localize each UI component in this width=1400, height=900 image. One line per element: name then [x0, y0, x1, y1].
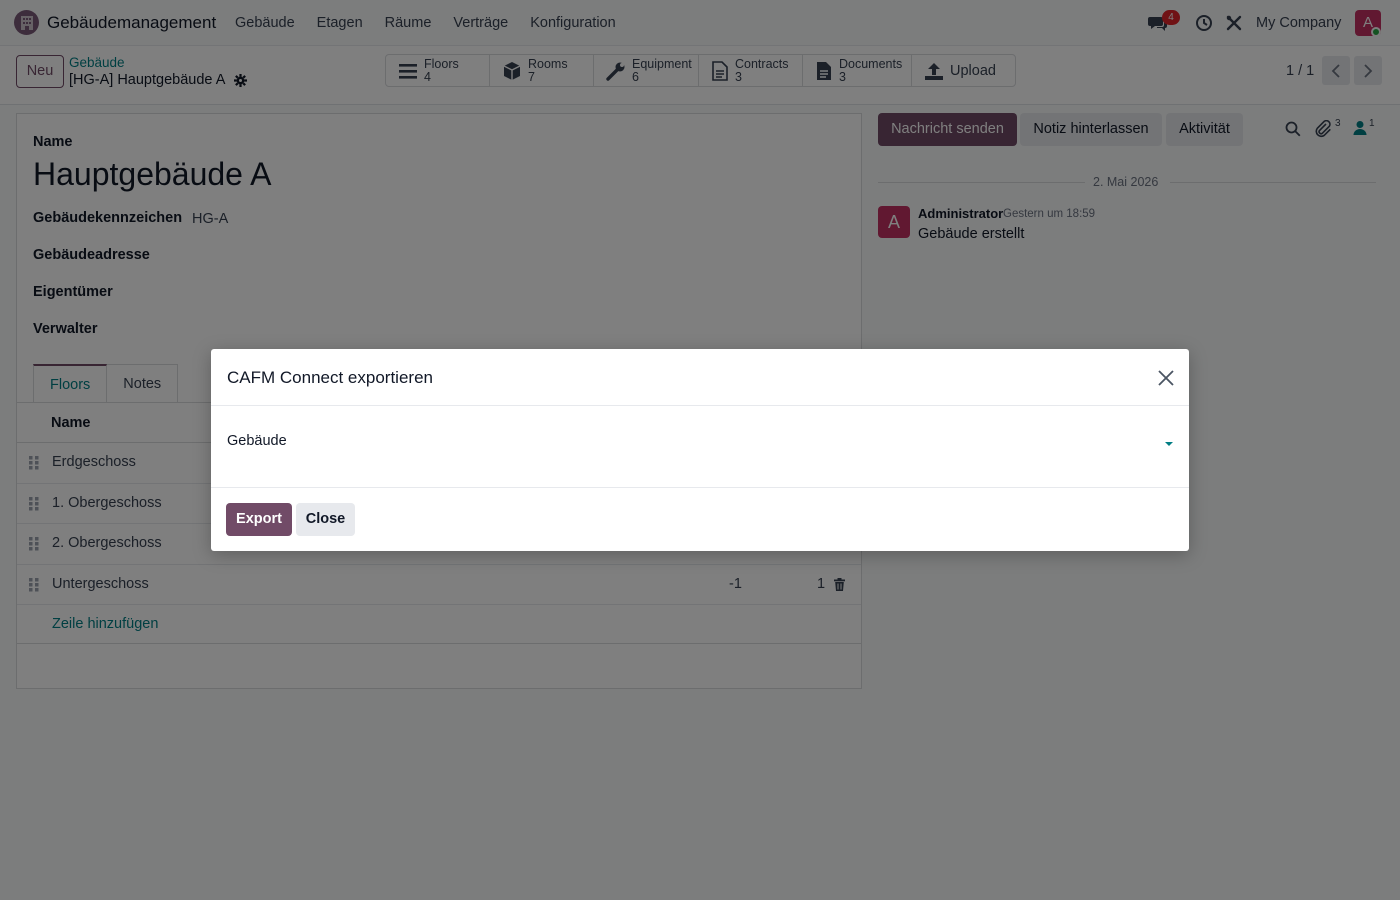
building-field-label: Gebäude [227, 433, 287, 449]
close-button[interactable]: Close [296, 503, 355, 536]
dialog-title: CAFM Connect exportieren [227, 368, 433, 387]
export-dialog: CAFM Connect exportieren Gebäude Export … [211, 349, 1189, 551]
close-icon[interactable] [1157, 369, 1175, 387]
dialog-header: CAFM Connect exportieren [211, 349, 1189, 406]
building-select[interactable] [386, 426, 1176, 460]
export-button[interactable]: Export [226, 503, 292, 536]
dialog-body: Gebäude [211, 406, 1189, 488]
dialog-footer: Export Close [211, 488, 1189, 551]
caret-down-icon[interactable] [1164, 441, 1174, 447]
